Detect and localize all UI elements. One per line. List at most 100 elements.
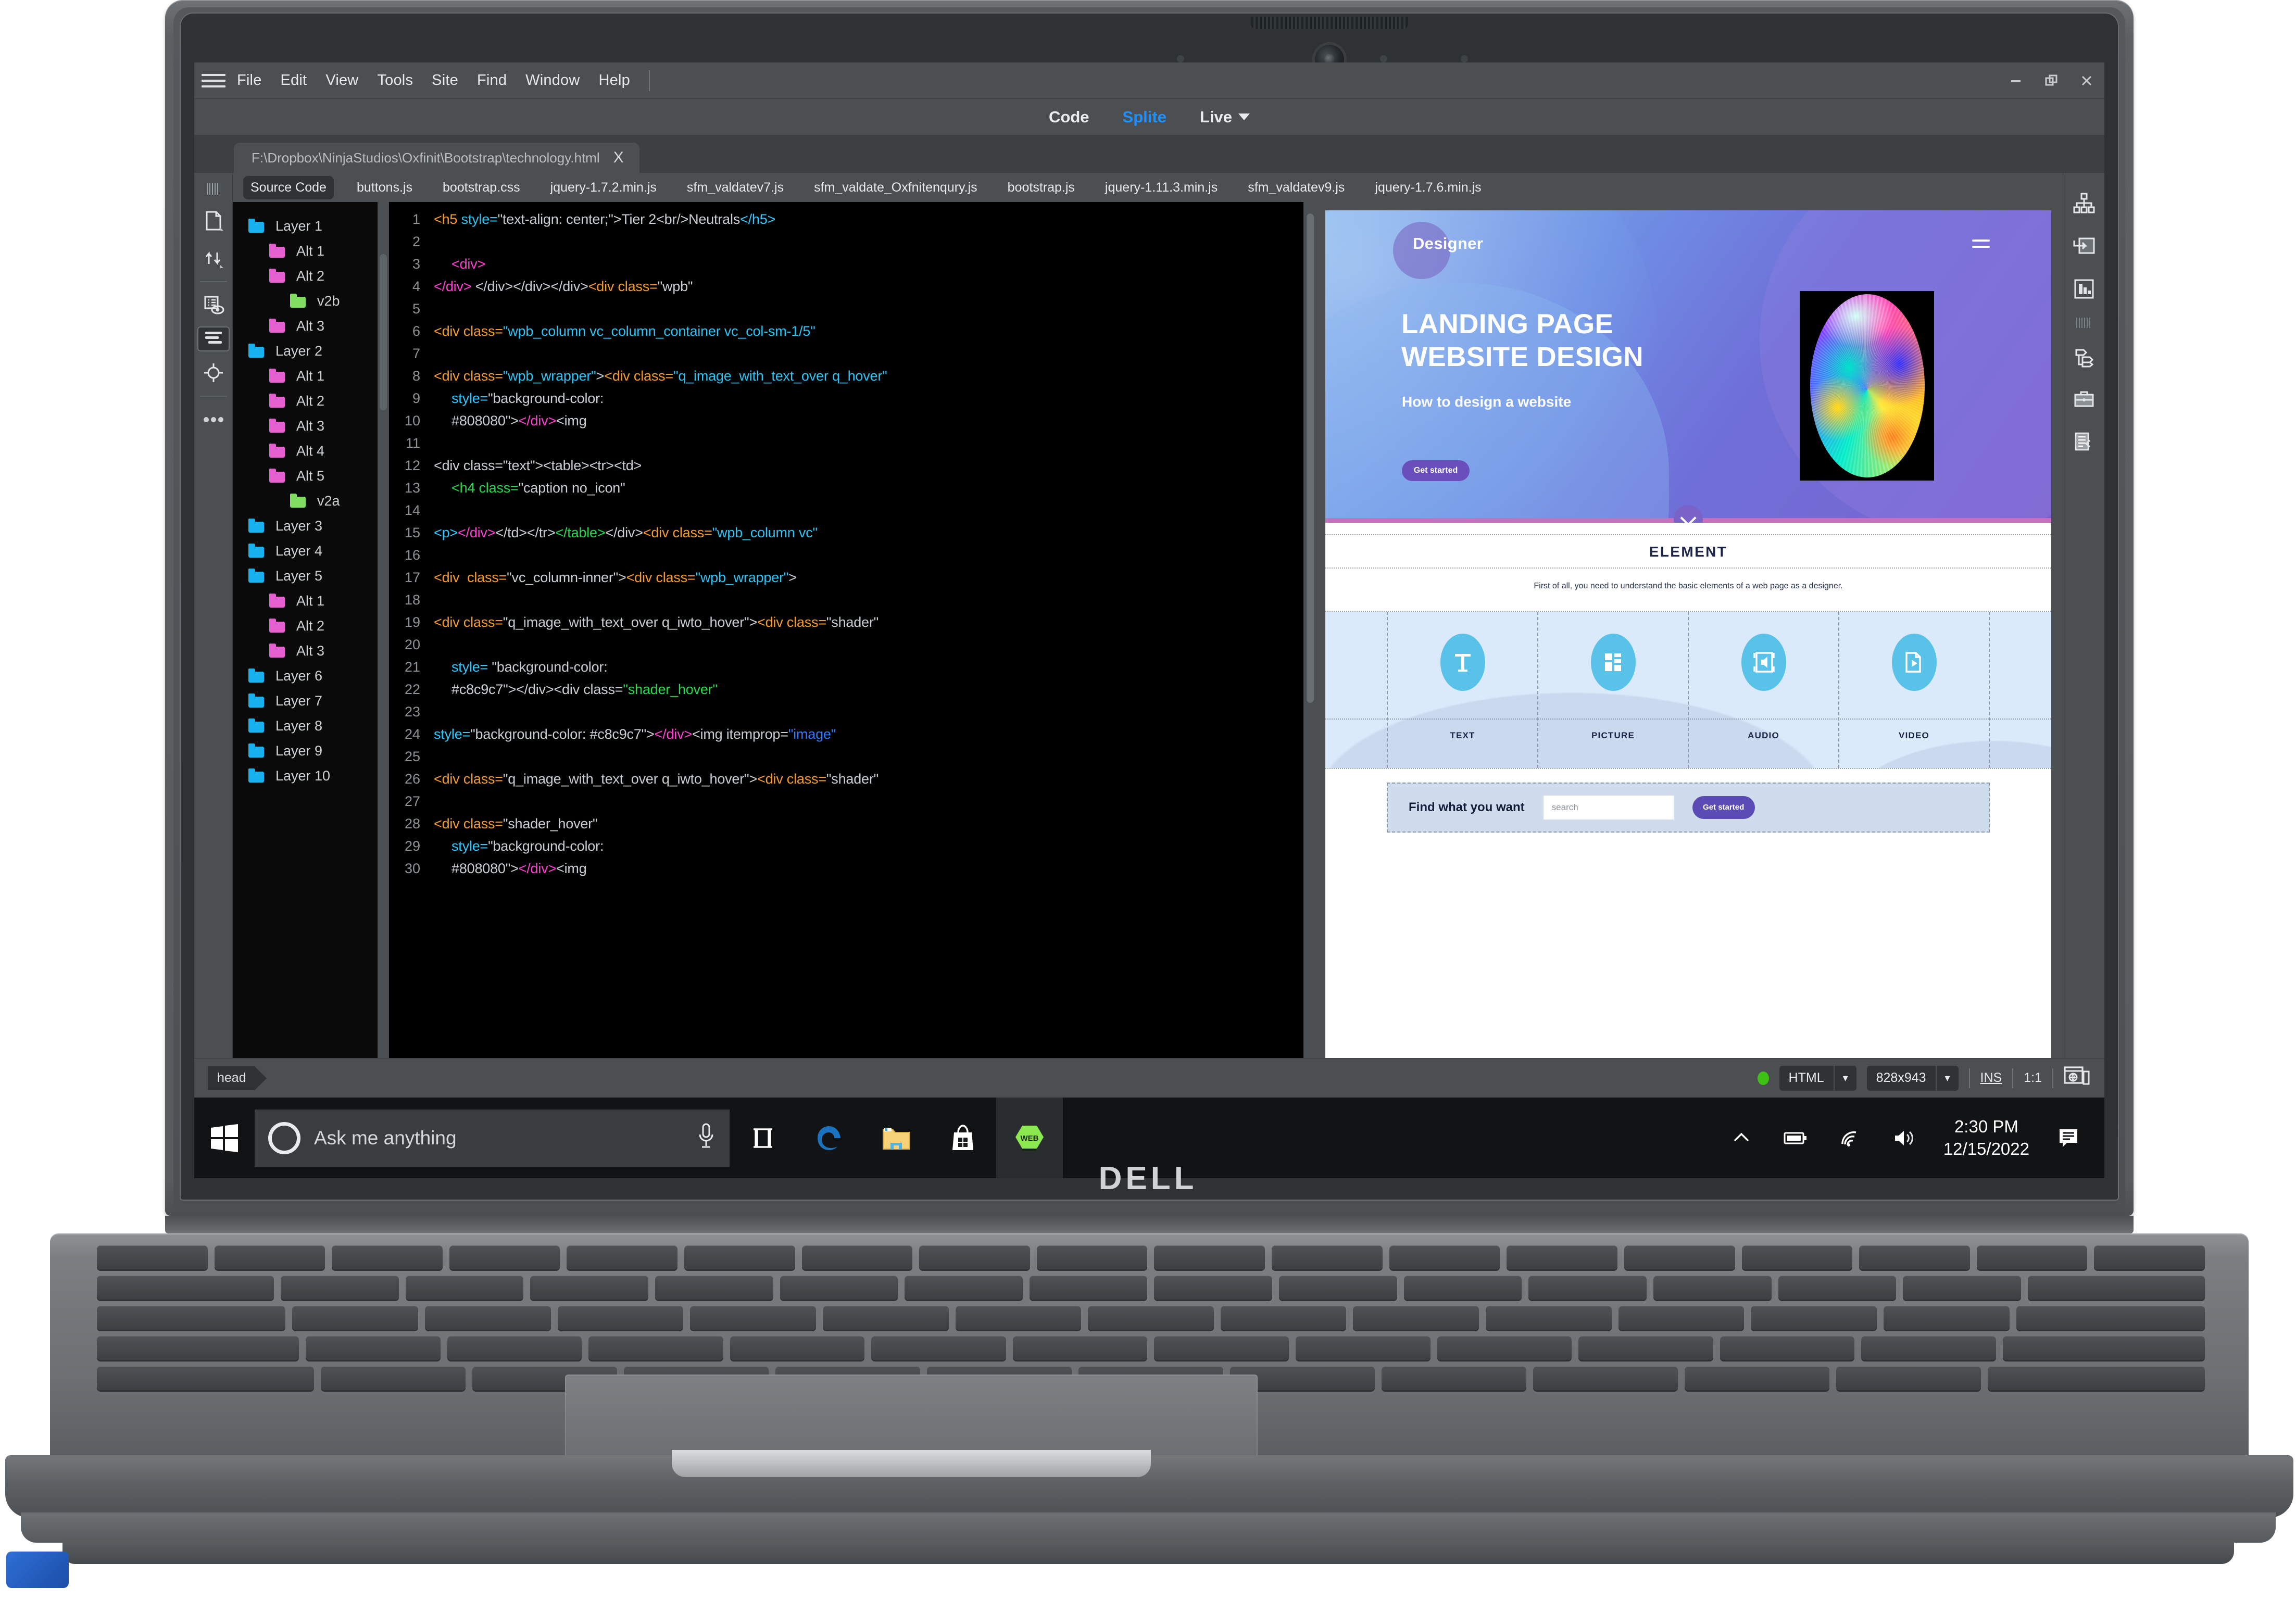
layer-item[interactable]: Layer 6 bbox=[233, 663, 389, 688]
layer-item[interactable]: Alt 1 bbox=[233, 363, 389, 388]
app-menu-icon[interactable] bbox=[202, 70, 225, 91]
menu-item-window[interactable]: Window bbox=[525, 72, 580, 89]
find-get-started-button[interactable]: Get started bbox=[1692, 796, 1755, 819]
layer-item[interactable]: Alt 3 bbox=[233, 413, 389, 438]
file-tab-sfm-valdate-oxfnitenqury-js[interactable]: sfm_valdate_Oxfnitenqury.js bbox=[807, 176, 985, 199]
file-tab-sfm-valdatev9-js[interactable]: sfm_valdatev9.js bbox=[1240, 176, 1352, 199]
layer-item[interactable]: Layer 1 bbox=[233, 213, 389, 238]
layer-item[interactable]: Alt 4 bbox=[233, 438, 389, 463]
menu-item-file[interactable]: File bbox=[237, 72, 262, 89]
layer-item[interactable]: Alt 1 bbox=[233, 238, 389, 263]
view-mode-live[interactable]: Live bbox=[1200, 108, 1250, 127]
file-tab-buttons-js[interactable]: buttons.js bbox=[349, 176, 420, 199]
layer-item[interactable]: Layer 3 bbox=[233, 513, 389, 538]
element-tile-audio[interactable]: AUDIO bbox=[1689, 611, 1839, 768]
code-editor[interactable]: 1 <h5 style="text-align: center;">Tier 2<… bbox=[389, 202, 1318, 1058]
scroll-down-button[interactable] bbox=[1674, 505, 1703, 523]
document-tab[interactable]: F:\Dropbox\NinjaStudios\Oxfinit\Bootstra… bbox=[234, 143, 639, 173]
visual-media-query-icon[interactable] bbox=[197, 289, 230, 321]
layer-label: Layer 2 bbox=[275, 343, 323, 359]
search-input[interactable]: search bbox=[1543, 795, 1674, 820]
tag-selector[interactable]: head bbox=[208, 1066, 267, 1090]
element-tile-label: PICTURE bbox=[1591, 730, 1635, 740]
layer-item[interactable]: Layer 10 bbox=[233, 763, 389, 788]
sensor-dot bbox=[1380, 55, 1387, 62]
file-tab-bootstrap-js[interactable]: bootstrap.js bbox=[1000, 176, 1082, 199]
layer-item[interactable]: Alt 2 bbox=[233, 613, 389, 638]
folder-icon bbox=[244, 667, 268, 684]
element-tile-video[interactable]: VIDEO bbox=[1839, 611, 1990, 768]
rail-grip[interactable] bbox=[2076, 318, 2092, 328]
code-text: </div> </div></div></div><div class="wpb… bbox=[434, 279, 693, 294]
hamburger-menu-icon[interactable] bbox=[1972, 235, 1990, 252]
layer-item[interactable]: Layer 7 bbox=[233, 688, 389, 713]
layer-item[interactable]: Alt 3 bbox=[233, 638, 389, 663]
cortana-search-box[interactable]: Ask me anything bbox=[255, 1109, 730, 1167]
layer-item[interactable]: Layer 5 bbox=[233, 563, 389, 588]
window-size-select[interactable]: 828x943 ▾ bbox=[1866, 1065, 1959, 1091]
element-tile-text[interactable]: TEXT bbox=[1387, 611, 1538, 768]
layer-item[interactable]: v2a bbox=[233, 488, 389, 513]
rail-grip[interactable] bbox=[206, 183, 220, 195]
layer-item[interactable]: Layer 9 bbox=[233, 738, 389, 763]
menu-item-tools[interactable]: Tools bbox=[377, 72, 413, 89]
menu-item-find[interactable]: Find bbox=[477, 72, 507, 89]
editor-scrollbar[interactable] bbox=[1307, 213, 1314, 703]
keyboard-key bbox=[1437, 1336, 1572, 1360]
close-document-icon[interactable]: X bbox=[613, 149, 624, 167]
menu-item-edit[interactable]: Edit bbox=[281, 72, 307, 89]
format-source-code-icon[interactable] bbox=[197, 326, 230, 351]
line-number: 20 bbox=[404, 637, 420, 652]
file-tab-source-code[interactable]: Source Code bbox=[243, 175, 334, 199]
view-mode-splite[interactable]: Splite bbox=[1123, 108, 1166, 127]
dom-tree-icon[interactable] bbox=[2067, 185, 2101, 222]
insert-panel-icon[interactable] bbox=[2067, 228, 2101, 265]
file-tab-jquery-1-7-2-min-js[interactable]: jquery-1.7.2.min.js bbox=[543, 176, 664, 199]
element-tile-picture[interactable]: PICTURE bbox=[1538, 611, 1689, 768]
minimize-button[interactable] bbox=[1998, 62, 2034, 99]
chevron-down-icon: ▾ bbox=[1935, 1065, 1959, 1091]
layer-item[interactable]: Alt 3 bbox=[233, 313, 389, 338]
close-button[interactable] bbox=[2069, 62, 2104, 99]
insert-mode-label[interactable]: INS bbox=[1980, 1070, 2002, 1086]
ftp-transfer-icon[interactable] bbox=[197, 242, 230, 274]
layer-item[interactable]: Alt 2 bbox=[233, 263, 389, 288]
snippets-icon[interactable] bbox=[2067, 423, 2101, 461]
menu-item-site[interactable]: Site bbox=[432, 72, 458, 89]
menu-item-view[interactable]: View bbox=[325, 72, 358, 89]
microphone-icon[interactable] bbox=[697, 1122, 715, 1154]
file-tab-jquery-1-11-3-min-js[interactable]: jquery-1.11.3.min.js bbox=[1098, 176, 1225, 199]
keyboard-key bbox=[1353, 1306, 1479, 1330]
view-mode-code[interactable]: Code bbox=[1049, 108, 1089, 127]
restore-button[interactable] bbox=[2034, 62, 2069, 99]
folder-icon bbox=[244, 543, 268, 559]
assets-panel-icon[interactable] bbox=[2067, 338, 2101, 375]
line-number: 1 bbox=[412, 211, 420, 227]
live-code-target-icon[interactable] bbox=[197, 357, 230, 389]
clock[interactable]: 2:30 PM 12/15/2022 bbox=[1931, 1116, 2042, 1159]
files-panel-icon[interactable] bbox=[2067, 381, 2101, 418]
hero-get-started-button[interactable]: Get started bbox=[1402, 460, 1470, 481]
layer-label: Alt 3 bbox=[296, 642, 325, 659]
real-time-preview-icon[interactable] bbox=[2064, 1065, 2090, 1091]
zoom-level-label[interactable]: 1:1 bbox=[2024, 1070, 2042, 1086]
line-number: 6 bbox=[412, 323, 420, 339]
layers-scrollbar[interactable] bbox=[380, 254, 387, 410]
file-tab-jquery-1-7-6-min-js[interactable]: jquery-1.7.6.min.js bbox=[1367, 176, 1488, 199]
css-designer-icon[interactable] bbox=[2067, 270, 2101, 308]
file-tab-bootstrap-css[interactable]: bootstrap.css bbox=[435, 176, 528, 199]
layer-item[interactable]: Alt 1 bbox=[233, 588, 389, 613]
layer-item[interactable]: Alt 2 bbox=[233, 388, 389, 413]
menu-item-help[interactable]: Help bbox=[599, 72, 630, 89]
code-line: 10 #808080"></div><img bbox=[389, 413, 1318, 435]
page-properties-icon[interactable] bbox=[197, 205, 230, 237]
layer-item[interactable]: Alt 5 bbox=[233, 463, 389, 488]
file-tab-sfm-valdatev7-js[interactable]: sfm_valdatev7.js bbox=[680, 176, 791, 199]
layer-item[interactable]: Layer 8 bbox=[233, 713, 389, 738]
doctype-select[interactable]: HTML ▾ bbox=[1779, 1065, 1856, 1091]
more-options-icon[interactable] bbox=[197, 404, 230, 436]
layer-item[interactable]: Layer 2 bbox=[233, 338, 389, 363]
code-text: <div class="shader_hover" bbox=[434, 816, 598, 831]
layer-item[interactable]: Layer 4 bbox=[233, 538, 389, 563]
layer-item[interactable]: v2b bbox=[233, 288, 389, 313]
